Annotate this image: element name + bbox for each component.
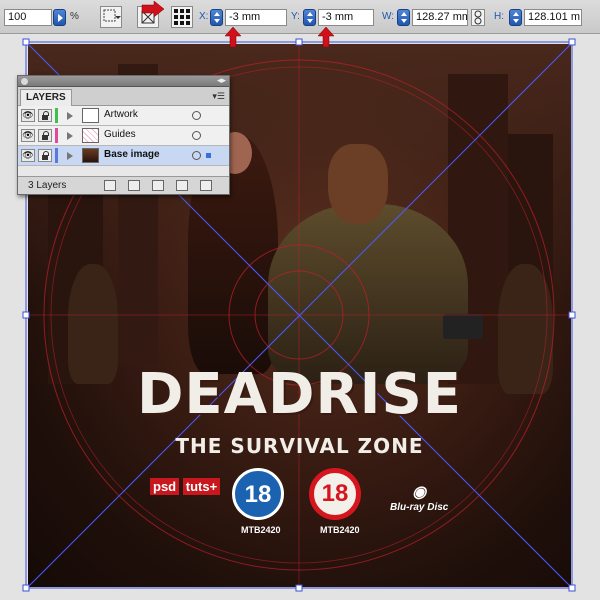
new-sublayer-icon[interactable] bbox=[152, 180, 164, 191]
bluray-logo: ◉ Blu-ray Disc bbox=[390, 482, 448, 513]
movie-subtitle: THE SURVIVAL ZONE bbox=[175, 434, 424, 458]
style-picker-icon[interactable] bbox=[100, 6, 122, 28]
h-input[interactable]: 128.101 m bbox=[524, 9, 582, 26]
lock-icon[interactable] bbox=[38, 109, 52, 122]
target-circle-icon[interactable] bbox=[192, 131, 201, 140]
tuts-text: tuts+ bbox=[182, 478, 221, 495]
opacity-popup-button[interactable] bbox=[53, 9, 66, 26]
visibility-eye-icon[interactable]: 👁 bbox=[21, 149, 35, 162]
rating-badge-ifco: 18 bbox=[232, 468, 284, 520]
layer-row-guides[interactable]: 👁 Guides bbox=[18, 126, 229, 146]
target-circle-icon[interactable] bbox=[192, 151, 201, 160]
x-label: X: bbox=[199, 11, 209, 22]
rating-value: 18 bbox=[321, 480, 349, 507]
opacity-unit: % bbox=[70, 11, 79, 22]
delete-layer-icon[interactable] bbox=[200, 180, 212, 191]
catalog-code: MTB2420 bbox=[320, 525, 360, 535]
layer-name[interactable]: Base image bbox=[104, 149, 160, 160]
rating-value: 18 bbox=[244, 481, 272, 508]
rating-badge-bbfc: 18 bbox=[309, 468, 361, 520]
psd-tuts-logo: psd tuts+ bbox=[150, 478, 221, 495]
expand-triangle-icon[interactable] bbox=[67, 152, 73, 160]
layer-thumbnail bbox=[82, 128, 99, 143]
psd-text: psd bbox=[150, 478, 180, 495]
layer-row-artwork[interactable]: 👁 Artwork bbox=[18, 106, 229, 126]
expand-triangle-icon[interactable] bbox=[67, 132, 73, 140]
lock-icon[interactable] bbox=[38, 129, 52, 142]
annotation-arrow-icon bbox=[317, 27, 335, 47]
control-bar: 100 % X: -3 mm Y: -3 mm W: 128.27 mm H: … bbox=[0, 0, 600, 34]
bluray-disc-icon: ◉ bbox=[412, 484, 427, 501]
catalog-code: MTB2420 bbox=[241, 525, 281, 535]
layer-color-swatch bbox=[55, 108, 58, 123]
panel-tab-row: LAYERS ▾☰ bbox=[18, 87, 229, 106]
layer-row-base-image[interactable]: 👁 Base image bbox=[18, 146, 229, 166]
panel-title-bar[interactable]: ◂▸ bbox=[18, 76, 229, 87]
layer-color-swatch bbox=[55, 148, 58, 163]
y-input[interactable]: -3 mm bbox=[318, 9, 374, 26]
close-icon[interactable] bbox=[21, 78, 28, 85]
make-clipping-mask-icon[interactable] bbox=[128, 180, 140, 191]
collapse-icon[interactable]: ◂▸ bbox=[217, 76, 226, 86]
layer-count: 3 Layers bbox=[28, 180, 67, 191]
y-stepper[interactable] bbox=[303, 9, 316, 26]
visibility-eye-icon[interactable]: 👁 bbox=[21, 129, 35, 142]
h-label: H: bbox=[494, 11, 504, 22]
layer-color-swatch bbox=[55, 128, 58, 143]
tab-layers[interactable]: LAYERS bbox=[20, 89, 72, 106]
movie-title: DEADRISE bbox=[136, 362, 463, 427]
selection-indicator-icon[interactable] bbox=[206, 153, 211, 158]
layers-panel: ◂▸ LAYERS ▾☰ 👁 Artwork 👁 Guides 👁 Base i… bbox=[17, 75, 230, 195]
h-stepper[interactable] bbox=[509, 9, 522, 26]
w-stepper[interactable] bbox=[397, 9, 410, 26]
annotation-arrow-icon bbox=[224, 27, 242, 47]
locate-object-icon[interactable] bbox=[104, 180, 116, 191]
reference-point-icon[interactable] bbox=[171, 6, 193, 28]
layer-thumbnail bbox=[82, 108, 99, 123]
new-layer-icon[interactable] bbox=[176, 180, 188, 191]
panel-menu-icon[interactable]: ▾☰ bbox=[212, 92, 225, 102]
expand-triangle-icon[interactable] bbox=[67, 112, 73, 120]
w-input[interactable]: 128.27 mm bbox=[412, 9, 468, 26]
constrain-proportions-icon[interactable] bbox=[471, 9, 485, 26]
bluray-text: Blu-ray Disc bbox=[390, 502, 449, 513]
visibility-eye-icon[interactable]: 👁 bbox=[21, 109, 35, 122]
w-label: W: bbox=[382, 11, 395, 22]
panel-footer: 3 Layers bbox=[18, 176, 229, 194]
x-input[interactable]: -3 mm bbox=[225, 9, 287, 26]
target-circle-icon[interactable] bbox=[192, 111, 201, 120]
annotation-arrow-icon bbox=[141, 0, 165, 18]
layer-name[interactable]: Artwork bbox=[104, 109, 138, 120]
x-stepper[interactable] bbox=[210, 9, 223, 26]
layer-name[interactable]: Guides bbox=[104, 129, 136, 140]
opacity-input[interactable]: 100 bbox=[4, 9, 52, 26]
y-label: Y: bbox=[291, 11, 300, 22]
layer-thumbnail bbox=[82, 148, 99, 163]
lock-toggle-empty[interactable] bbox=[38, 149, 52, 162]
